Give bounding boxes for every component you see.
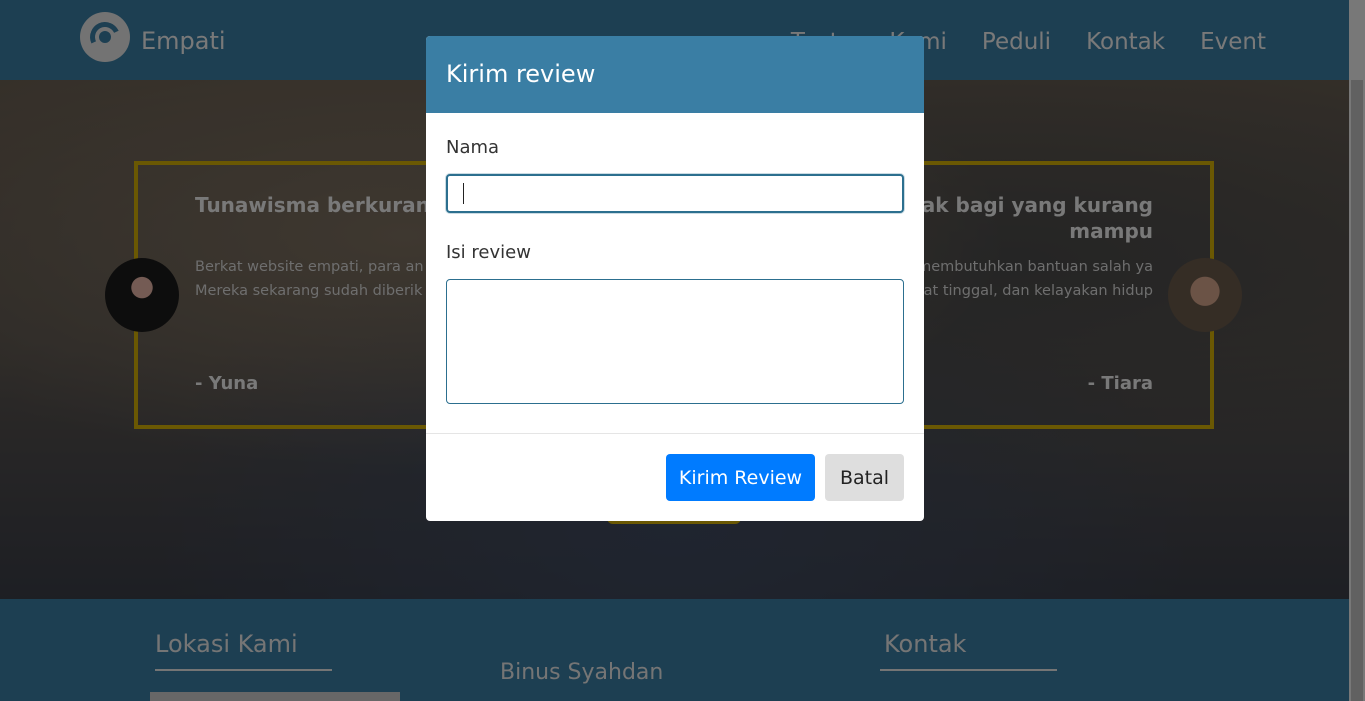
review-modal: Kirim review Nama Isi review Kirim Revie… [426, 36, 924, 521]
text-cursor [463, 183, 464, 204]
kirim-review-button[interactable]: Kirim Review [666, 454, 815, 501]
modal-footer-divider [426, 433, 924, 434]
isi-review-label: Isi review [446, 242, 531, 263]
modal-header: Kirim review [426, 36, 924, 113]
isi-review-textarea[interactable] [446, 279, 904, 404]
batal-button[interactable]: Batal [825, 454, 904, 501]
nama-input[interactable] [446, 174, 904, 213]
modal-title: Kirim review [446, 60, 596, 88]
nama-label: Nama [446, 137, 500, 158]
